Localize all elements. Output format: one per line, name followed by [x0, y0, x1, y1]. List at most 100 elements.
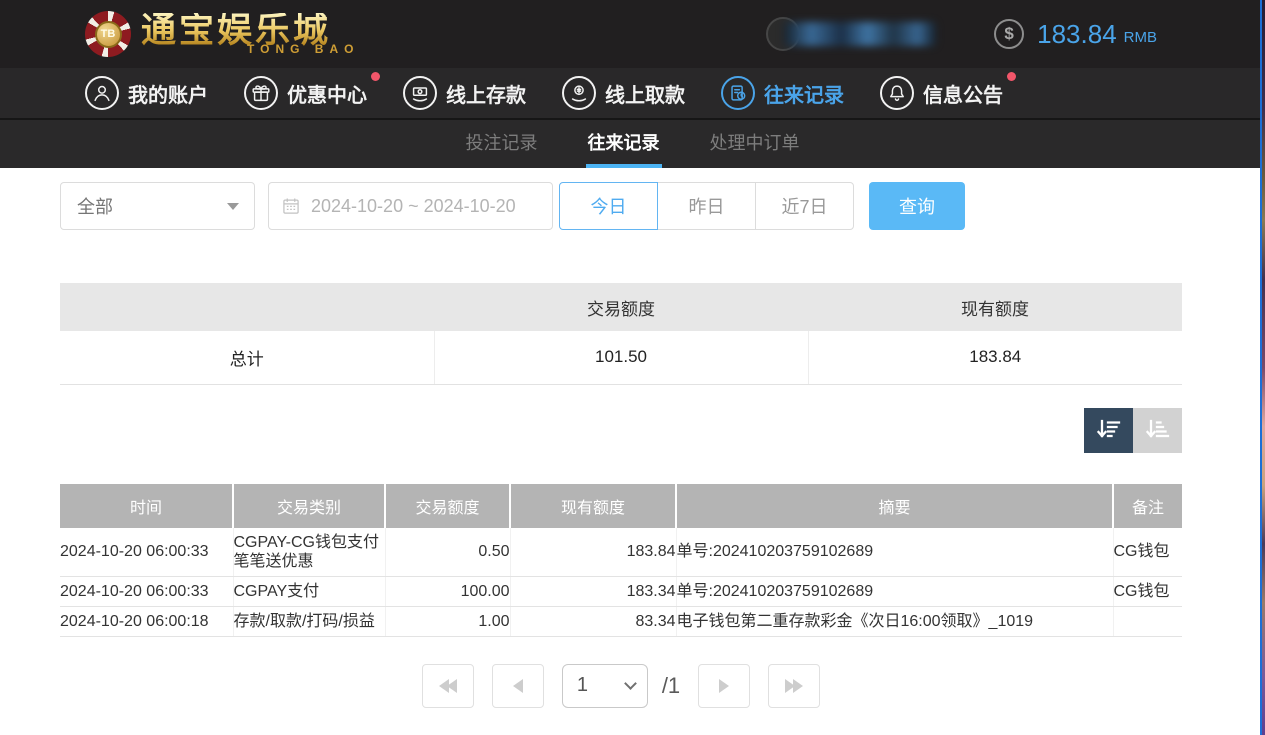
right-arrow-icon: [719, 679, 729, 693]
search-button[interactable]: 查询: [869, 182, 965, 230]
calendar-icon: [281, 196, 301, 216]
col-header-balance: 现有额度: [510, 484, 676, 528]
summary-total-row: 总计 101.50 183.84: [60, 331, 1182, 384]
nav-item-promotions[interactable]: 优惠中心: [244, 76, 367, 110]
cell-time: 2024-10-20 06:00:18: [60, 606, 233, 636]
background-window-edge: [1260, 0, 1265, 735]
last-page-button[interactable]: [768, 664, 820, 708]
top-header: TB 通宝娱乐城 TONG BAO $ 183.84 RMB: [0, 0, 1265, 68]
nav-item-my-account[interactable]: 我的账户: [85, 76, 208, 110]
sort-ascending-button[interactable]: [1133, 408, 1182, 453]
nav-label: 线上存款: [446, 79, 526, 108]
user-area[interactable]: [766, 17, 936, 51]
col-header-amount: 交易额度: [385, 484, 510, 528]
cell-note: CG钱包: [1113, 528, 1182, 577]
logo-text: 通宝娱乐城 TONG BAO: [141, 13, 359, 56]
dollar-circle-icon: $: [994, 19, 1024, 49]
cell-time: 2024-10-20 06:00:33: [60, 576, 233, 606]
withdraw-icon: [562, 76, 596, 110]
username-blurred: [784, 22, 936, 46]
page-total: /1: [662, 664, 680, 708]
tb-chip-icon: TB: [85, 11, 131, 57]
chevron-down-icon: [624, 677, 637, 690]
pagination: 1 /1: [60, 664, 1182, 708]
wallet-balance[interactable]: $ 183.84 RMB: [994, 19, 1157, 50]
user-icon: [85, 76, 119, 110]
cell-amount: 1.00: [385, 606, 510, 636]
filter-row: 全部 2024-10-20 ~ 2024-10-20 今日 昨日 近7日 查询: [60, 182, 1182, 230]
cell-type: CGPAY支付: [233, 576, 385, 606]
summary-total-label: 总计: [60, 331, 434, 384]
col-header-type: 交易类别: [233, 484, 385, 528]
cell-amount: 100.00: [385, 576, 510, 606]
col-header-summary: 摘要: [676, 484, 1113, 528]
tab-bet-records[interactable]: 投注记录: [464, 120, 540, 168]
sort-asc-icon: [1143, 416, 1173, 444]
cell-balance: 83.34: [510, 606, 676, 636]
sort-descending-button[interactable]: [1084, 408, 1133, 453]
summary-header-current: 现有额度: [808, 283, 1182, 331]
main-content: 全部 2024-10-20 ~ 2024-10-20 今日 昨日 近7日 查询 …: [60, 182, 1182, 708]
site-logo[interactable]: TB 通宝娱乐城 TONG BAO: [85, 11, 359, 57]
main-nav: 我的账户 优惠中心 线上存款 线上取款 往来记录 信息公告: [0, 68, 1265, 120]
first-page-button[interactable]: [422, 664, 474, 708]
tab-transaction-records[interactable]: 往来记录: [586, 120, 662, 168]
nav-item-transactions[interactable]: 往来记录: [721, 76, 844, 110]
date-range-value: 2024-10-20 ~ 2024-10-20: [311, 196, 516, 217]
table-row: 2024-10-20 06:00:33 CGPAY-CG钱包支付笔笔送优惠 0.…: [60, 528, 1182, 577]
records-header-row: 时间 交易类别 交易额度 现有额度 摘要 备注: [60, 484, 1182, 528]
cell-summary: 单号:202410203759102689: [676, 576, 1113, 606]
summary-table: 交易额度 现有额度 总计 101.50 183.84: [60, 283, 1182, 385]
cell-balance: 183.84: [510, 528, 676, 577]
double-left-arrow-icon: [439, 679, 457, 693]
notification-dot: [371, 72, 380, 81]
type-select-value: 全部: [77, 193, 113, 219]
yesterday-button[interactable]: 昨日: [657, 182, 756, 230]
summary-header-row: 交易额度 现有额度: [60, 283, 1182, 331]
nav-label: 优惠中心: [287, 79, 367, 108]
col-header-time: 时间: [60, 484, 233, 528]
table-row: 2024-10-20 06:00:33 CGPAY支付 100.00 183.3…: [60, 576, 1182, 606]
last7days-button[interactable]: 近7日: [755, 182, 854, 230]
nav-item-deposit[interactable]: 线上存款: [403, 76, 526, 110]
quick-date-group: 今日 昨日 近7日: [559, 182, 854, 230]
left-arrow-icon: [513, 679, 523, 693]
page-select-value: 1: [577, 674, 588, 697]
prev-page-button[interactable]: [492, 664, 544, 708]
sort-controls: [60, 408, 1182, 453]
caret-down-icon: [227, 203, 239, 210]
notification-dot: [1007, 72, 1016, 81]
nav-item-announcements[interactable]: 信息公告: [880, 76, 1003, 110]
nav-label: 我的账户: [128, 79, 208, 108]
double-right-arrow-icon: [785, 679, 803, 693]
record-tabs: 投注记录 往来记录 处理中订单: [0, 120, 1265, 168]
nav-label: 往来记录: [764, 79, 844, 108]
deposit-icon: [403, 76, 437, 110]
nav-label: 信息公告: [923, 79, 1003, 108]
cell-amount: 0.50: [385, 528, 510, 577]
page-select[interactable]: 1: [562, 664, 648, 708]
type-select[interactable]: 全部: [60, 182, 255, 230]
tab-pending-orders[interactable]: 处理中订单: [708, 120, 802, 168]
tb-chip-label: TB: [95, 21, 122, 48]
cell-balance: 183.34: [510, 576, 676, 606]
summary-current-amount: 183.84: [808, 331, 1182, 384]
summary-header-trade: 交易额度: [434, 283, 808, 331]
cell-type: CGPAY-CG钱包支付笔笔送优惠: [233, 528, 385, 577]
summary-trade-amount: 101.50: [434, 331, 808, 384]
cell-time: 2024-10-20 06:00:33: [60, 528, 233, 577]
cell-type: 存款/取款/打码/损益: [233, 606, 385, 636]
summary-header-empty: [60, 283, 434, 331]
cell-note: CG钱包: [1113, 576, 1182, 606]
date-range-picker[interactable]: 2024-10-20 ~ 2024-10-20: [268, 182, 553, 230]
balance-amount: 183.84: [1037, 19, 1117, 50]
cell-note: [1113, 606, 1182, 636]
records-icon: [721, 76, 755, 110]
nav-item-withdraw[interactable]: 线上取款: [562, 76, 685, 110]
today-button[interactable]: 今日: [559, 182, 658, 230]
cell-summary: 单号:202410203759102689: [676, 528, 1113, 577]
next-page-button[interactable]: [698, 664, 750, 708]
nav-label: 线上取款: [605, 79, 685, 108]
cell-summary: 电子钱包第二重存款彩金《次日16:00领取》_1019: [676, 606, 1113, 636]
balance-currency: RMB: [1124, 22, 1157, 46]
